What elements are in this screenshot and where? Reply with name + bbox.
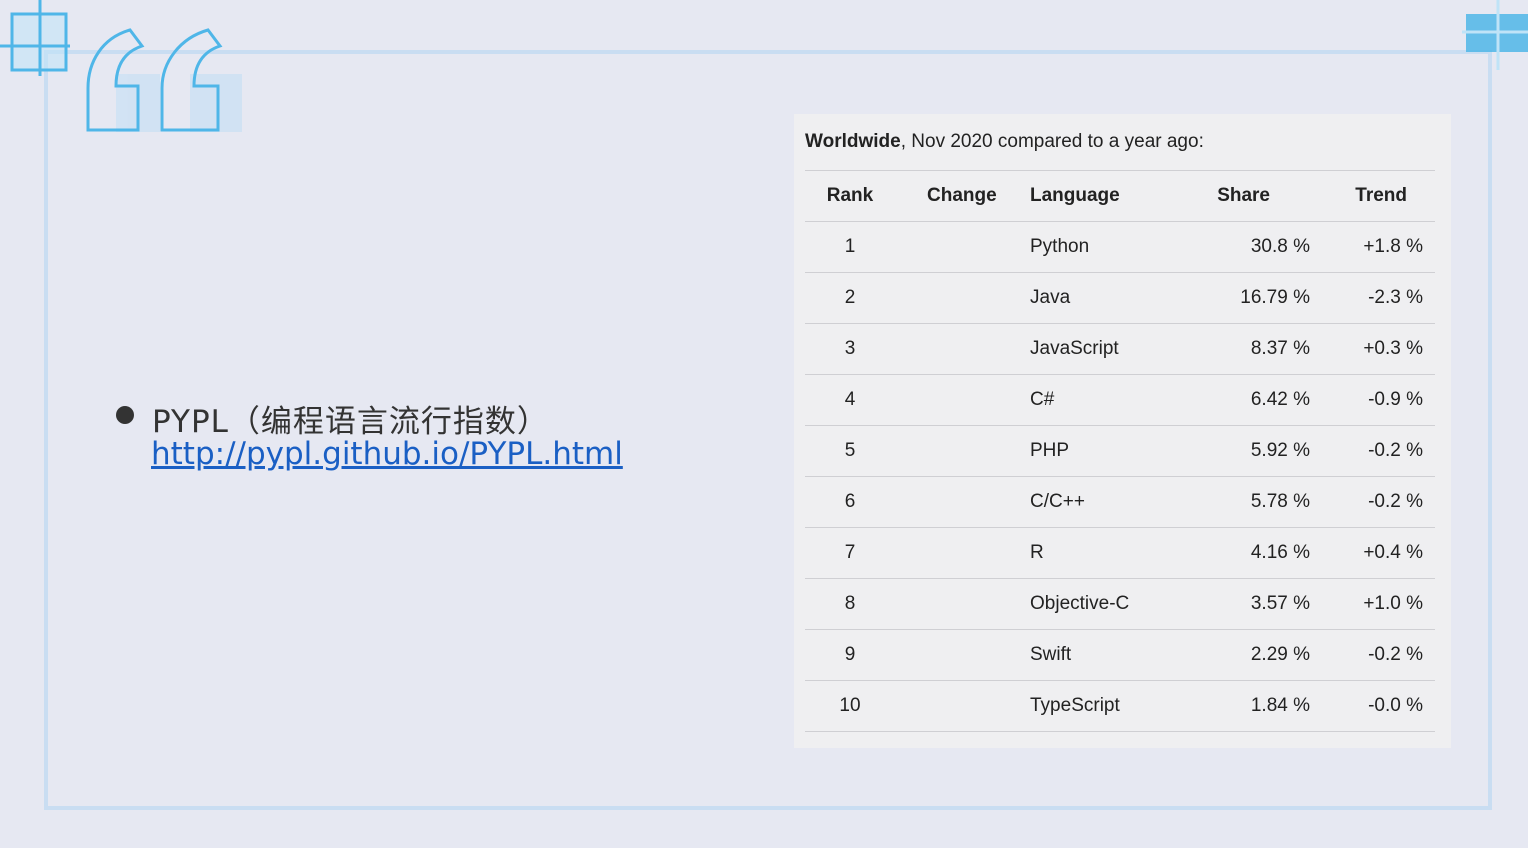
cell-language: JavaScript [1030,323,1195,375]
cell-share: 3.57 % [1195,578,1310,630]
cell-change [895,578,1030,630]
cell-language: Objective-C [1030,578,1195,630]
cell-rank: 2 [805,272,895,324]
cell-share: 30.8 % [1195,221,1310,273]
cell-trend: +0.4 % [1310,527,1435,579]
cell-language: R [1030,527,1195,579]
cell-change [895,629,1030,681]
cell-rank: 9 [805,629,895,681]
cell-trend: +1.8 % [1310,221,1435,273]
ranking-panel: Worldwide, Nov 2020 compared to a year a… [794,114,1451,748]
corner-decoration-top-left [0,0,70,76]
cell-rank: 4 [805,374,895,426]
cell-language: TypeScript [1030,680,1195,732]
header-trend: Trend [1310,170,1435,222]
cell-share: 5.92 % [1195,425,1310,477]
table-row: 7 R 4.16 % +0.4 % [805,527,1435,579]
cell-change [895,527,1030,579]
bullet-dot [116,406,134,424]
caption-rest: , Nov 2020 compared to a year ago: [900,131,1204,152]
cell-change [895,476,1030,528]
bullet-title: PYPL（编程语言流行指数） [152,404,549,440]
cell-change [895,272,1030,324]
table-caption: Worldwide, Nov 2020 compared to a year a… [805,131,1204,153]
cell-language: PHP [1030,425,1195,477]
table-row: 6 C/C++ 5.78 % -0.2 % [805,476,1435,528]
ranking-table: Rank Change Language Share Trend 1 Python… [805,170,1435,732]
cell-language: Swift [1030,629,1195,681]
table-row: 5 PHP 5.92 % -0.2 % [805,425,1435,477]
table-row: 3 JavaScript 8.37 % +0.3 % [805,323,1435,375]
cell-change [895,374,1030,426]
cell-rank: 5 [805,425,895,477]
cell-share: 4.16 % [1195,527,1310,579]
table-row: 4 C# 6.42 % -0.9 % [805,374,1435,426]
table-row: 2 Java 16.79 % -2.3 % [805,272,1435,324]
cell-trend: -0.2 % [1310,425,1435,477]
cell-share: 8.37 % [1195,323,1310,375]
cell-rank: 10 [805,680,895,732]
header-language: Language [1030,170,1195,222]
cell-share: 1.84 % [1195,680,1310,732]
cell-language: C# [1030,374,1195,426]
cell-trend: -0.9 % [1310,374,1435,426]
cell-trend: -0.2 % [1310,629,1435,681]
cell-change [895,221,1030,273]
header-change: Change [895,170,1030,222]
quote-mark-icon [86,28,242,132]
cell-rank: 6 [805,476,895,528]
cell-language: C/C++ [1030,476,1195,528]
cell-share: 16.79 % [1195,272,1310,324]
cell-rank: 1 [805,221,895,273]
cell-trend: +0.3 % [1310,323,1435,375]
table-row: 1 Python 30.8 % +1.8 % [805,221,1435,273]
cell-change [895,323,1030,375]
cell-trend: -0.2 % [1310,476,1435,528]
table-row: 8 Objective-C 3.57 % +1.0 % [805,578,1435,630]
cell-rank: 7 [805,527,895,579]
caption-bold: Worldwide [805,131,901,152]
cell-rank: 8 [805,578,895,630]
cell-rank: 3 [805,323,895,375]
pypl-link[interactable]: http://pypl.github.io/PYPL.html [151,436,623,472]
cell-change [895,680,1030,732]
cell-trend: -0.0 % [1310,680,1435,732]
corner-decoration-top-right [1462,0,1528,70]
cell-trend: +1.0 % [1310,578,1435,630]
cell-share: 5.78 % [1195,476,1310,528]
table-row: 9 Swift 2.29 % -0.2 % [805,629,1435,681]
cell-change [895,425,1030,477]
table-header-row: Rank Change Language Share Trend [805,170,1435,222]
cell-language: Python [1030,221,1195,273]
cell-share: 2.29 % [1195,629,1310,681]
cell-trend: -2.3 % [1310,272,1435,324]
cell-share: 6.42 % [1195,374,1310,426]
header-rank: Rank [805,170,895,222]
table-row: 10 TypeScript 1.84 % -0.0 % [805,680,1435,732]
header-share: Share [1195,170,1310,222]
cell-language: Java [1030,272,1195,324]
